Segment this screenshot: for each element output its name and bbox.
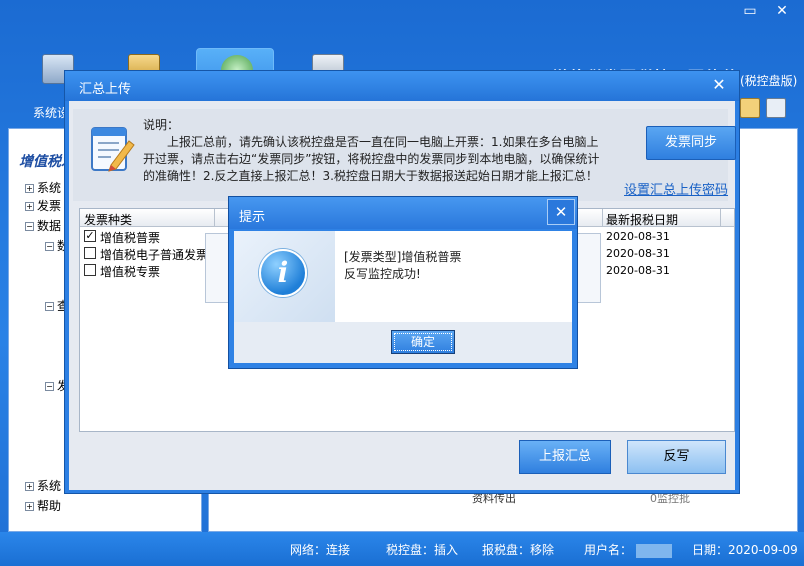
info-icon: i: [259, 249, 307, 297]
prompt-icon-area: i: [234, 231, 335, 322]
row-report-date: 2020-08-31: [606, 247, 670, 260]
row-checkbox[interactable]: [84, 247, 96, 259]
reverse-write-button[interactable]: 反写: [627, 440, 726, 474]
status-bar: 网络：连接 税控盘：插入 报税盘：移除 用户名： 日期：2020-09-09: [0, 532, 804, 566]
collapse-icon[interactable]: −: [25, 222, 34, 231]
prompt-message: [发票类型]增值税普票 反写监控成功!: [344, 249, 461, 283]
collapse-icon[interactable]: −: [45, 302, 54, 311]
status-user: 用户名：: [584, 541, 673, 558]
collapse-icon[interactable]: −: [45, 382, 54, 391]
status-tax-disk: 税控盘：插入: [386, 543, 459, 557]
summary-dialog-titlebar[interactable]: 汇总上传 ✕: [65, 71, 739, 101]
tree-node-data[interactable]: − 数据: [25, 217, 61, 234]
prompt-message-line2: 反写监控成功!: [344, 267, 421, 281]
prompt-dialog-body: i [发票类型]增值税普票 反写监控成功!: [234, 231, 572, 322]
prompt-dialog: 提示 ✕ i [发票类型]增值税普票 反写监控成功! 确定: [228, 196, 578, 369]
row-report-date: 2020-08-31: [606, 264, 670, 277]
instructions-box: 说明： 上报汇总前，请先确认该税控盘是否一直在同一电脑上开票：1.如果在多台电脑…: [73, 109, 736, 201]
row-invoice-type: 增值税电子普通发票: [100, 248, 209, 262]
summary-dialog-title: 汇总上传: [79, 82, 132, 97]
instructions-heading: 说明：: [143, 118, 180, 132]
column-divider: [214, 209, 215, 227]
redacted-username: [636, 543, 673, 558]
invoice-sync-button[interactable]: 发票同步: [646, 126, 736, 160]
calculator-icon[interactable]: [766, 98, 786, 118]
instructions-text: 说明： 上报汇总前，请先确认该税控盘是否一直在同一电脑上开票：1.如果在多台电脑…: [143, 117, 605, 185]
row-checkbox[interactable]: [84, 264, 96, 276]
collapse-icon[interactable]: −: [45, 242, 54, 251]
prompt-dialog-titlebar[interactable]: 提示 ✕: [229, 197, 577, 229]
upload-summary-button[interactable]: 上报汇总: [519, 440, 611, 474]
row-checkbox[interactable]: ✓: [84, 230, 96, 242]
expand-icon[interactable]: +: [25, 202, 34, 211]
expand-icon[interactable]: +: [25, 184, 34, 193]
tree-node-system[interactable]: + 系统: [25, 179, 61, 196]
tree-node-invoice[interactable]: + 发票: [25, 197, 61, 214]
column-header-latest-report-date[interactable]: 最新报税日期: [606, 211, 678, 228]
row-invoice-type: 增值税普票: [100, 231, 161, 245]
prompt-message-line1: [发票类型]增值税普票: [344, 250, 462, 264]
column-divider: [602, 209, 603, 227]
expand-icon[interactable]: +: [25, 482, 34, 491]
close-window-icon[interactable]: ✕: [770, 2, 794, 22]
app-brand-subtitle: (税控盘版): [740, 74, 798, 88]
status-user-label: 用户名：: [584, 543, 633, 557]
close-icon[interactable]: ✕: [547, 199, 575, 225]
lock-icon[interactable]: [740, 98, 760, 118]
right-toolbar-icons: [740, 98, 792, 121]
prompt-dialog-title: 提示: [239, 210, 266, 225]
column-divider: [720, 209, 721, 227]
instructions-content: 上报汇总前，请先确认该税控盘是否一直在同一电脑上开票：1.如果在多台电脑上开过票…: [143, 135, 600, 183]
tree-node-help[interactable]: + 帮助: [25, 497, 61, 514]
row-report-date: 2020-08-31: [606, 230, 670, 243]
column-header-invoice-type[interactable]: 发票种类: [84, 211, 132, 228]
status-date: 日期：2020-09-09: [692, 543, 798, 557]
expand-icon[interactable]: +: [25, 502, 34, 511]
ok-button[interactable]: 确定: [391, 330, 455, 354]
status-network: 网络：连接: [290, 543, 351, 557]
minimize-icon[interactable]: ▭: [738, 2, 762, 22]
tree-node-system2[interactable]: + 系统: [25, 477, 61, 494]
row-invoice-type: 增值税专票: [100, 265, 161, 279]
close-icon[interactable]: ✕: [707, 74, 731, 96]
set-upload-password-link[interactable]: 设置汇总上传密码: [624, 179, 728, 198]
document-edit-icon: [91, 127, 135, 172]
status-report-disk: 报税盘：移除: [482, 543, 555, 557]
prompt-dialog-footer: 确定: [234, 322, 572, 363]
